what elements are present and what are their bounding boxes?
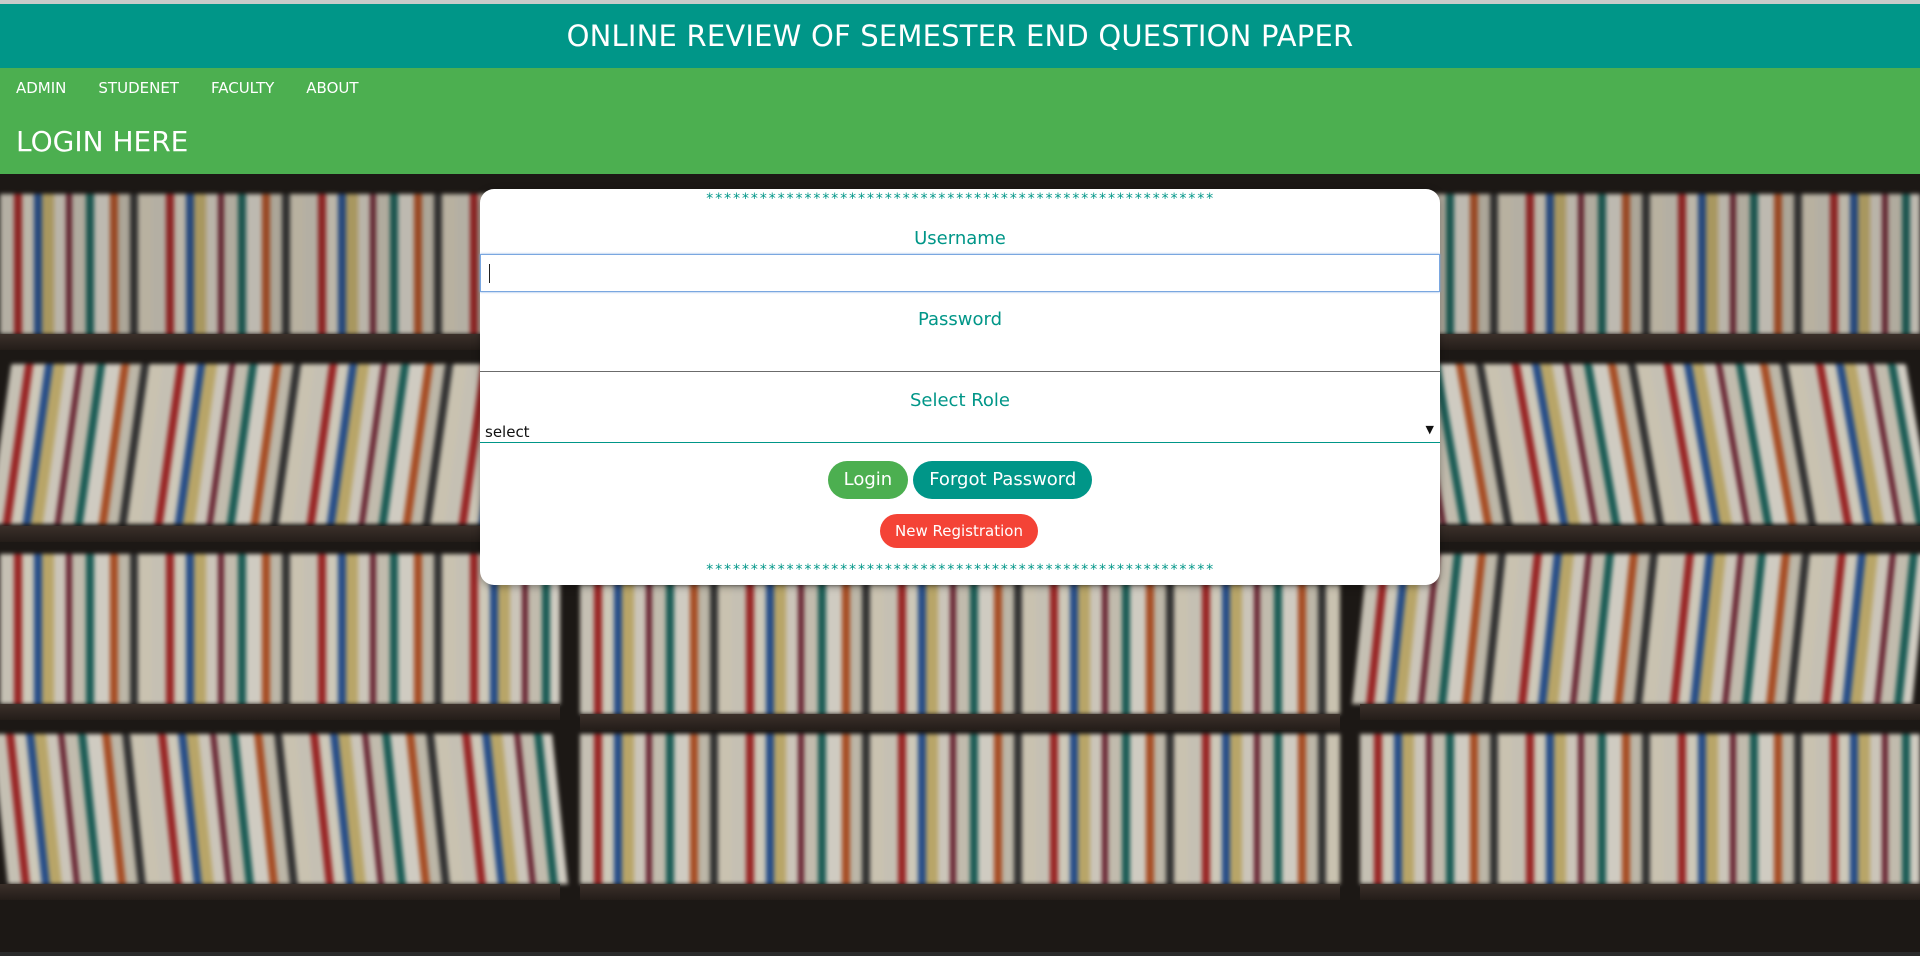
role-label: Select Role bbox=[909, 390, 1011, 411]
new-registration-button[interactable]: New Registration bbox=[880, 514, 1038, 548]
app-title: ONLINE REVIEW OF SEMESTER END QUESTION P… bbox=[566, 19, 1354, 53]
role-selected-value: select bbox=[485, 423, 530, 441]
nav-student[interactable]: STUDENET bbox=[82, 68, 195, 108]
login-button[interactable]: Login bbox=[827, 461, 909, 499]
action-buttons: Login Forgot Password bbox=[480, 461, 1440, 499]
nav-admin[interactable]: ADMIN bbox=[0, 68, 82, 108]
main-nav: ADMIN STUDENET FACULTY ABOUT bbox=[0, 68, 1920, 108]
role-select[interactable]: select ▼ bbox=[480, 419, 1440, 443]
page-header: LOGIN HERE bbox=[0, 108, 1920, 174]
forgot-password-button[interactable]: Forgot Password bbox=[913, 461, 1093, 499]
nav-about[interactable]: ABOUT bbox=[290, 68, 374, 108]
username-label: Username bbox=[914, 228, 1006, 249]
password-input[interactable] bbox=[480, 334, 1440, 372]
decorative-stars-bottom: ****************************************… bbox=[705, 562, 1215, 578]
login-card: ****************************************… bbox=[480, 189, 1440, 585]
password-label: Password bbox=[917, 309, 1003, 330]
text-cursor bbox=[489, 264, 490, 283]
dropdown-arrow-icon: ▼ bbox=[1425, 423, 1434, 436]
decorative-stars-top: ****************************************… bbox=[705, 191, 1215, 207]
page-title: LOGIN HERE bbox=[16, 124, 189, 158]
app-header: ONLINE REVIEW OF SEMESTER END QUESTION P… bbox=[0, 4, 1920, 68]
bottom-border bbox=[0, 952, 1920, 956]
username-input[interactable] bbox=[480, 254, 1440, 292]
nav-faculty[interactable]: FACULTY bbox=[195, 68, 290, 108]
